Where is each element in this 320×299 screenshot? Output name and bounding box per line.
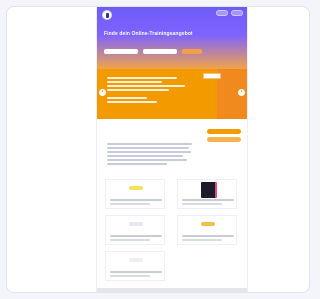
top-actions: [216, 10, 243, 16]
search-input[interactable]: [104, 49, 138, 54]
course-card[interactable]: [105, 251, 165, 281]
course-title-line: [182, 235, 234, 237]
top-action-button[interactable]: [216, 10, 228, 16]
banner-search-box[interactable]: [203, 73, 221, 79]
search-button[interactable]: [182, 49, 202, 54]
course-thumbnail: [201, 222, 215, 226]
site-logo-icon[interactable]: [102, 10, 112, 20]
banner-line: [107, 101, 157, 103]
text-line: [107, 154, 183, 157]
secondary-cta-button[interactable]: [207, 137, 241, 142]
text-line: [107, 146, 189, 149]
text-line: [107, 150, 191, 153]
course-meta-line: [110, 203, 150, 205]
text-line: [107, 143, 192, 145]
web-page: Finde dein Online-Trainingsangebot ‹ ›: [97, 7, 247, 292]
course-meta-line: [182, 203, 222, 205]
course-card[interactable]: [177, 215, 237, 245]
banner-line: [107, 77, 177, 79]
hero-search: [104, 49, 202, 54]
top-action-button[interactable]: [231, 10, 243, 16]
hero-title: Finde dein Online-Trainingsangebot: [104, 31, 193, 37]
browser-preview-card: Finde dein Online-Trainingsangebot ‹ ›: [6, 6, 310, 293]
course-thumbnail: [129, 222, 143, 226]
cta-buttons: [207, 129, 241, 142]
banner-line: [107, 89, 169, 91]
carousel-next-icon[interactable]: ›: [238, 89, 245, 96]
course-card[interactable]: [105, 215, 165, 245]
course-meta-line: [110, 275, 150, 277]
page-footer: [97, 288, 247, 292]
course-title-line: [110, 235, 162, 237]
course-meta-line: [182, 239, 222, 241]
hero-section: Finde dein Online-Trainingsangebot: [97, 7, 247, 69]
location-input[interactable]: [143, 49, 177, 54]
course-thumbnail: [201, 182, 217, 198]
carousel-prev-icon[interactable]: ‹: [99, 89, 106, 96]
course-title-line: [182, 199, 234, 201]
promo-banner: ‹ ›: [97, 69, 247, 119]
primary-cta-button[interactable]: [207, 129, 241, 134]
course-thumbnail: [129, 258, 143, 262]
course-card[interactable]: [177, 179, 237, 209]
text-line: [107, 158, 187, 161]
about-text: [107, 143, 192, 167]
banner-line: [107, 97, 147, 99]
text-line: [107, 162, 167, 165]
course-card[interactable]: [105, 179, 165, 209]
banner-line: [107, 85, 185, 87]
course-title-line: [110, 199, 162, 201]
banner-text-lines: [107, 77, 199, 105]
course-thumbnail: [129, 186, 143, 190]
course-meta-line: [110, 239, 150, 241]
banner-line: [107, 81, 162, 83]
course-title-line: [110, 271, 162, 273]
